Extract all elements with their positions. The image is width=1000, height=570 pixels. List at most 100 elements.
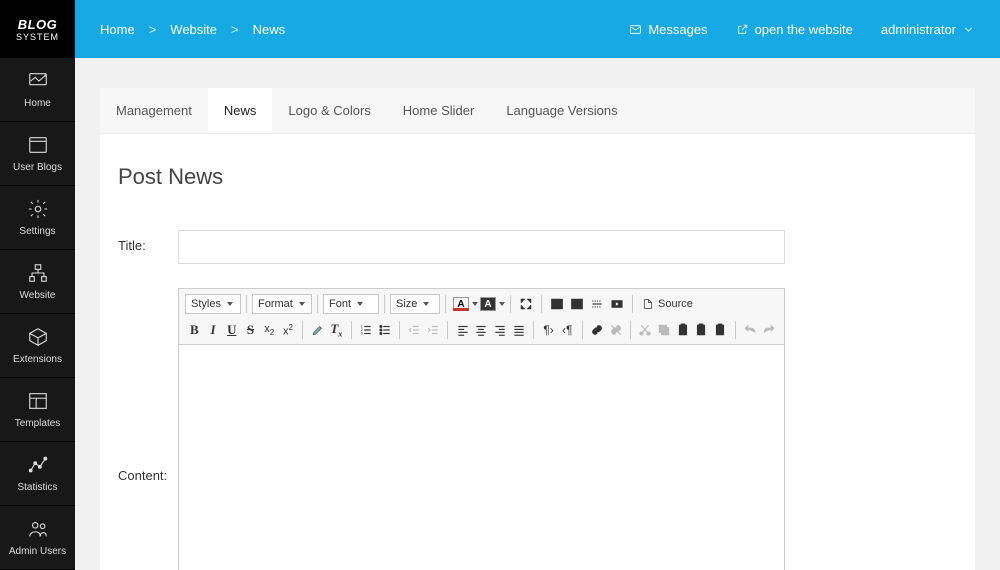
align-center-button[interactable] bbox=[472, 320, 491, 340]
outdent-button[interactable] bbox=[405, 320, 424, 340]
user-menu[interactable]: administrator bbox=[881, 22, 975, 37]
hr-icon bbox=[590, 297, 604, 311]
unlink-button[interactable] bbox=[606, 320, 625, 340]
open-website-label: open the website bbox=[755, 22, 853, 37]
sidebar-item-label: Statistics bbox=[17, 482, 57, 493]
bg-color-button[interactable]: A bbox=[478, 294, 498, 314]
editor-body[interactable] bbox=[179, 345, 784, 570]
title-label: Title: bbox=[118, 230, 178, 253]
combo-label: Size bbox=[396, 298, 417, 310]
underline-button[interactable]: U bbox=[222, 320, 241, 340]
align-left-button[interactable] bbox=[453, 320, 472, 340]
content-area: Management News Logo & Colors Home Slide… bbox=[75, 58, 1000, 570]
sidebar-item-home[interactable]: Home bbox=[0, 58, 75, 122]
sidebar-item-user-blogs[interactable]: User Blogs bbox=[0, 122, 75, 186]
tab-news[interactable]: News bbox=[208, 88, 273, 133]
gear-icon bbox=[27, 198, 49, 220]
bullet-list-button[interactable] bbox=[375, 320, 394, 340]
outdent-icon bbox=[407, 323, 421, 337]
rtl-button[interactable]: ‹¶ bbox=[558, 320, 577, 340]
numbered-list-button[interactable]: 123 bbox=[357, 320, 376, 340]
tab-management[interactable]: Management bbox=[100, 88, 208, 133]
remove-format-icon: Tx bbox=[330, 321, 342, 339]
sidebar-item-label: Templates bbox=[15, 418, 61, 429]
indent-icon bbox=[426, 323, 440, 337]
image-button[interactable] bbox=[547, 294, 567, 314]
tab-language-versions[interactable]: Language Versions bbox=[490, 88, 633, 133]
indent-button[interactable] bbox=[424, 320, 443, 340]
align-justify-button[interactable] bbox=[510, 320, 529, 340]
blogs-icon bbox=[27, 134, 49, 156]
sidebar-item-admin-users[interactable]: Admin Users bbox=[0, 506, 75, 570]
content-row: Content: Styles Format Font Size bbox=[118, 288, 957, 570]
text-color-button[interactable]: A bbox=[451, 294, 471, 314]
panel: Post News Title: Content: Styles Format bbox=[100, 134, 975, 570]
paste-button[interactable] bbox=[673, 320, 692, 340]
video-button[interactable] bbox=[607, 294, 627, 314]
user-name: administrator bbox=[881, 22, 956, 37]
italic-icon: I bbox=[211, 322, 216, 338]
tab-logo-colors[interactable]: Logo & Colors bbox=[272, 88, 386, 133]
ol-icon: 123 bbox=[359, 323, 373, 337]
marker-icon bbox=[311, 323, 325, 337]
paste-word-button[interactable]: W bbox=[711, 320, 730, 340]
sidebar-item-statistics[interactable]: Statistics bbox=[0, 442, 75, 506]
format-combo[interactable]: Format bbox=[252, 294, 312, 314]
undo-icon bbox=[743, 323, 757, 337]
bold-button[interactable]: B bbox=[185, 320, 204, 340]
link-icon bbox=[590, 323, 604, 337]
source-icon bbox=[642, 298, 654, 310]
sitemap-icon bbox=[27, 262, 49, 284]
breadcrumb-item[interactable]: News bbox=[253, 22, 286, 37]
topbar: Home > Website > News Messages open the … bbox=[75, 0, 1000, 58]
remove-format-button[interactable]: Tx bbox=[327, 320, 346, 340]
bold-icon: B bbox=[190, 322, 199, 338]
copy-button[interactable] bbox=[655, 320, 674, 340]
breadcrumb-item[interactable]: Website bbox=[170, 22, 217, 37]
ul-icon bbox=[378, 323, 392, 337]
redo-button[interactable] bbox=[759, 320, 778, 340]
marker-button[interactable] bbox=[308, 320, 327, 340]
stats-icon bbox=[27, 454, 49, 476]
table-button[interactable] bbox=[567, 294, 587, 314]
align-right-button[interactable] bbox=[491, 320, 510, 340]
title-input[interactable] bbox=[178, 230, 785, 264]
unlink-icon bbox=[609, 323, 623, 337]
superscript-button[interactable]: x2 bbox=[279, 320, 298, 340]
size-combo[interactable]: Size bbox=[390, 294, 440, 314]
text-color-icon: A bbox=[453, 297, 469, 311]
undo-button[interactable] bbox=[740, 320, 759, 340]
source-button[interactable]: Source bbox=[638, 294, 697, 314]
tab-home-slider[interactable]: Home Slider bbox=[387, 88, 491, 133]
sidebar-item-website[interactable]: Website bbox=[0, 250, 75, 314]
sidebar-item-settings[interactable]: Settings bbox=[0, 186, 75, 250]
cut-button[interactable] bbox=[636, 320, 655, 340]
strike-button[interactable]: S bbox=[241, 320, 260, 340]
combo-label: Font bbox=[329, 298, 351, 310]
paste-word-icon: W bbox=[713, 323, 727, 337]
link-button[interactable] bbox=[588, 320, 607, 340]
sidebar-item-templates[interactable]: Templates bbox=[0, 378, 75, 442]
ltr-button[interactable]: ¶› bbox=[539, 320, 558, 340]
open-website-link[interactable]: open the website bbox=[736, 22, 853, 37]
paste-icon bbox=[676, 323, 690, 337]
redo-icon bbox=[762, 323, 776, 337]
cut-icon bbox=[638, 323, 652, 337]
breadcrumb-item[interactable]: Home bbox=[100, 22, 135, 37]
editor-toolbar: Styles Format Font Size A A bbox=[179, 289, 784, 345]
subscript-button[interactable]: x2 bbox=[260, 320, 279, 340]
hr-button[interactable] bbox=[587, 294, 607, 314]
italic-button[interactable]: I bbox=[204, 320, 223, 340]
rtl-icon: ‹¶ bbox=[562, 323, 572, 337]
messages-link[interactable]: Messages bbox=[629, 22, 707, 37]
paste-text-button[interactable]: T bbox=[692, 320, 711, 340]
message-icon bbox=[629, 23, 642, 36]
styles-combo[interactable]: Styles bbox=[185, 294, 241, 314]
brand-logo: BLOG SYSTEM bbox=[0, 0, 75, 58]
sidebar-item-extensions[interactable]: Extensions bbox=[0, 314, 75, 378]
align-right-icon bbox=[493, 323, 507, 337]
breadcrumb: Home > Website > News bbox=[100, 22, 285, 37]
font-combo[interactable]: Font bbox=[323, 294, 379, 314]
maximize-button[interactable] bbox=[516, 294, 536, 314]
main-column: Home > Website > News Messages open the … bbox=[75, 0, 1000, 570]
